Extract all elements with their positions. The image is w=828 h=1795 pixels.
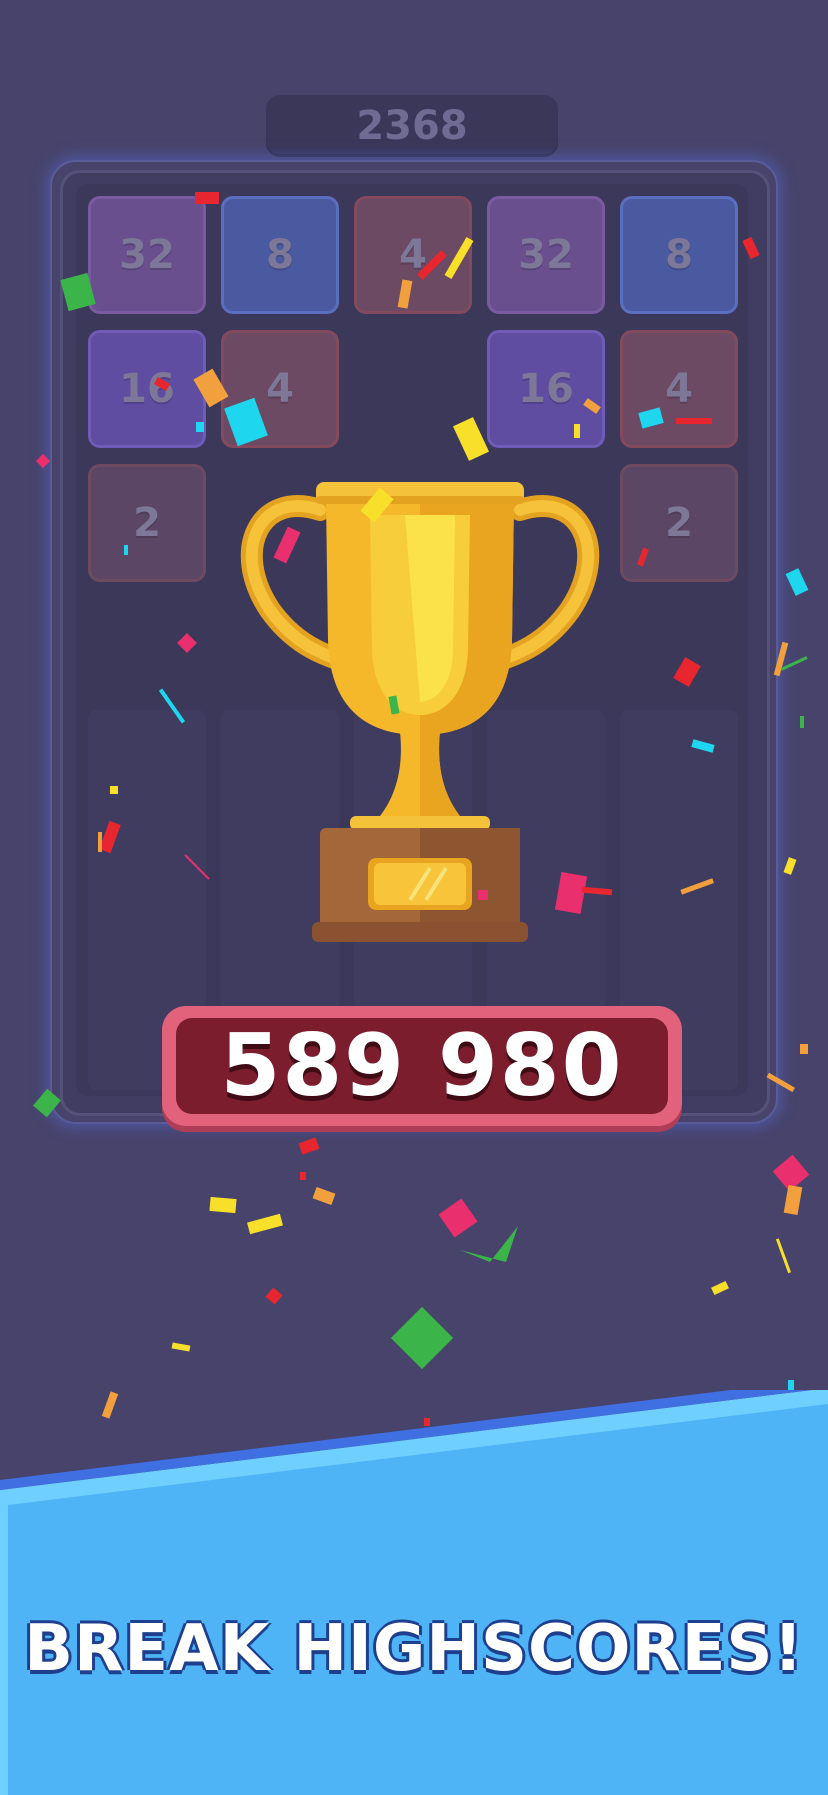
promo-panel: [0, 1390, 828, 1795]
trophy-icon: [240, 482, 600, 942]
tile-value: 32: [518, 232, 574, 278]
tile-value: 32: [119, 232, 175, 278]
tile[interactable]: 2: [88, 464, 206, 582]
tile[interactable]: 16: [88, 330, 206, 448]
tile-value: 8: [266, 232, 294, 278]
tile[interactable]: 32: [487, 196, 605, 314]
tile-value: 16: [119, 366, 175, 412]
best-score-value: 2368: [356, 103, 468, 149]
tile-value: 4: [399, 232, 427, 278]
tile[interactable]: 4: [354, 196, 472, 314]
tile-value: 2: [133, 500, 161, 546]
tile-value: 8: [665, 232, 693, 278]
tile-value: 4: [266, 366, 294, 412]
tile[interactable]: 2: [620, 464, 738, 582]
tile[interactable]: 16: [487, 330, 605, 448]
tile[interactable]: 4: [221, 330, 339, 448]
tile-value: 2: [665, 500, 693, 546]
score-banner: 589 980: [162, 1006, 682, 1126]
tile-value: 4: [665, 366, 693, 412]
tile[interactable]: 8: [620, 196, 738, 314]
final-score: 589 980: [176, 1016, 668, 1116]
tile[interactable]: 32: [88, 196, 206, 314]
tile-value: 16: [518, 366, 574, 412]
promo-slogan: BREAK HIGHSCORES!: [24, 1612, 804, 1686]
best-score-display: 2368: [266, 95, 558, 157]
tile[interactable]: 4: [620, 330, 738, 448]
tile[interactable]: 8: [221, 196, 339, 314]
